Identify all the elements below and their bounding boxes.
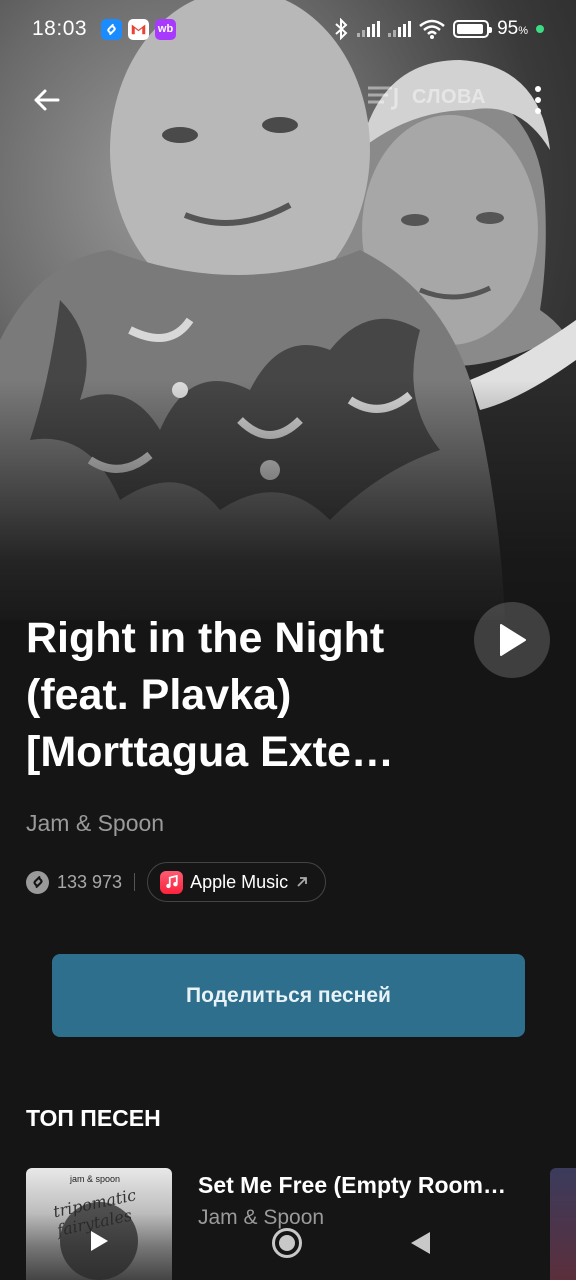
share-song-button[interactable]: Поделиться песней bbox=[52, 954, 525, 1037]
signal-icon-2 bbox=[388, 21, 412, 37]
shazam-icon bbox=[101, 18, 123, 40]
track-title[interactable]: Set Me Free (Empty Room… bbox=[198, 1172, 528, 1199]
status-time: 18:03 bbox=[32, 17, 88, 40]
shazam-count-value: 133 973 bbox=[57, 871, 123, 892]
play-button[interactable] bbox=[474, 602, 550, 678]
battery-level: 95% bbox=[497, 18, 528, 39]
signal-icon bbox=[357, 21, 381, 37]
apple-music-icon bbox=[160, 870, 184, 894]
home-button[interactable] bbox=[272, 1228, 302, 1258]
home-icon bbox=[279, 1235, 295, 1251]
notification-icons: wb bbox=[101, 18, 177, 40]
back-button[interactable] bbox=[26, 82, 66, 118]
artist-name[interactable]: Jam & Spoon bbox=[26, 810, 164, 837]
play-icon bbox=[500, 624, 526, 656]
top-songs-heading: ТОП ПЕСЕН bbox=[26, 1105, 161, 1131]
arrow-left-icon bbox=[34, 89, 60, 111]
lyrics-button[interactable]: СЛОВА bbox=[366, 84, 486, 110]
gmail-icon bbox=[128, 18, 150, 40]
external-link-icon bbox=[297, 877, 308, 887]
artwork-gradient bbox=[0, 380, 576, 620]
lyrics-icon bbox=[368, 86, 398, 110]
shazam-icon bbox=[26, 870, 49, 894]
wb-icon: wb bbox=[155, 18, 177, 40]
wifi-icon bbox=[419, 19, 445, 39]
bluetooth-icon bbox=[335, 18, 348, 40]
privacy-indicator-icon bbox=[536, 25, 544, 33]
song-meta-row: 133 973 Apple Music bbox=[26, 862, 327, 902]
top-app-bar: СЛОВА bbox=[0, 72, 576, 128]
apple-music-label: Apple Music bbox=[190, 871, 289, 892]
status-right-group: 95% bbox=[333, 18, 544, 40]
divider bbox=[134, 873, 136, 891]
battery-icon bbox=[453, 20, 493, 38]
lyrics-label: СЛОВА bbox=[412, 85, 486, 108]
more-options-button[interactable] bbox=[526, 84, 550, 116]
apple-music-button[interactable]: Apple Music bbox=[147, 862, 327, 902]
more-vert-icon bbox=[535, 86, 541, 92]
status-bar: 18:03 wb 95% bbox=[0, 0, 576, 58]
song-title: Right in the Night (feat. Plavka) [Mortt… bbox=[26, 614, 394, 776]
shazam-count: 133 973 bbox=[26, 870, 123, 894]
system-nav-bar bbox=[0, 1212, 576, 1280]
nav-back-icon[interactable] bbox=[408, 1230, 432, 1256]
